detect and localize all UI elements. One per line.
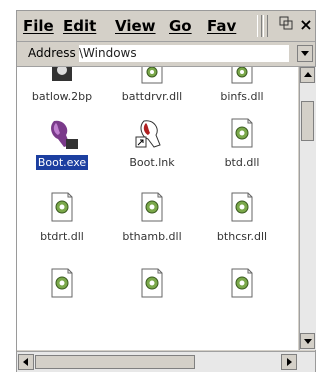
toolbar-icon[interactable] — [277, 16, 295, 34]
menu-bar: File Edit View Go Fav × — [17, 11, 315, 42]
list-item[interactable]: bthcsr.dll — [197, 191, 287, 244]
file-gear-icon — [141, 268, 163, 298]
scroll-up-button[interactable] — [300, 67, 315, 83]
horizontal-scrollbar[interactable] — [17, 351, 315, 372]
boot-app-icon — [51, 120, 78, 149]
menu-file[interactable]: File — [23, 17, 54, 35]
file-name: btd.dll — [224, 156, 260, 169]
scroll-left-button[interactable] — [18, 354, 34, 370]
file-gear-icon — [141, 192, 163, 222]
toolbar-grip[interactable] — [257, 15, 262, 37]
file-gear-icon — [231, 118, 253, 148]
list-item[interactable]: Boot.exe — [17, 117, 107, 170]
file-name — [240, 314, 244, 316]
file-gear-icon — [52, 67, 72, 81]
vertical-scrollbar[interactable] — [299, 67, 316, 350]
file-name: Boot.exe — [35, 155, 89, 170]
menu-edit[interactable]: Edit — [63, 17, 96, 35]
list-item[interactable]: battdrvr.dll — [107, 67, 197, 104]
boot-shortcut-icon — [135, 120, 161, 148]
file-name: binfs.dll — [220, 90, 264, 103]
menu-favorites[interactable]: Fav — [207, 17, 241, 35]
scroll-right-button[interactable] — [281, 354, 297, 370]
file-gear-icon — [231, 192, 253, 222]
address-input[interactable]: \Windows — [79, 45, 289, 62]
list-item[interactable]: Boot.lnk — [107, 117, 197, 170]
file-name: bthamb.dll — [122, 230, 182, 243]
list-item[interactable] — [107, 267, 197, 320]
file-list: batlow.2bp battdrvr.dll binfs.dll Boot.e… — [17, 67, 298, 350]
scroll-down-button[interactable] — [300, 333, 315, 349]
file-gear-icon — [51, 268, 73, 298]
file-name — [150, 314, 154, 316]
list-item[interactable]: batlow.2bp — [17, 67, 107, 104]
toolbar-icon-glyph — [279, 16, 293, 30]
file-gear-icon — [141, 67, 163, 84]
list-item[interactable]: btd.dll — [197, 117, 287, 170]
vertical-scroll-thumb[interactable] — [301, 101, 314, 141]
explorer-window: File Edit View Go Fav × Address \Windows… — [16, 10, 316, 372]
address-label: Address — [25, 45, 80, 62]
menu-view[interactable]: View — [115, 17, 156, 35]
file-name: battdrvr.dll — [121, 90, 183, 103]
list-item[interactable]: binfs.dll — [197, 67, 287, 104]
list-item[interactable]: btdrt.dll — [17, 191, 107, 244]
address-dropdown-button[interactable] — [297, 45, 313, 62]
file-name: Boot.lnk — [129, 156, 175, 169]
file-name: btdrt.dll — [40, 230, 84, 243]
address-bar: Address \Windows — [17, 42, 315, 67]
menu-go[interactable]: Go — [169, 17, 192, 35]
list-item[interactable] — [197, 267, 287, 320]
list-item[interactable] — [17, 267, 107, 320]
file-name — [60, 314, 64, 316]
file-gear-icon — [51, 192, 73, 222]
close-button[interactable]: × — [298, 15, 314, 35]
file-name: batlow.2bp — [31, 90, 93, 103]
file-gear-icon — [231, 268, 253, 298]
toolbar-grip-2[interactable] — [263, 15, 268, 37]
horizontal-scroll-thumb[interactable] — [35, 355, 195, 369]
list-item[interactable]: bthamb.dll — [107, 191, 197, 244]
file-gear-icon — [231, 67, 253, 84]
file-name: bthcsr.dll — [216, 230, 268, 243]
